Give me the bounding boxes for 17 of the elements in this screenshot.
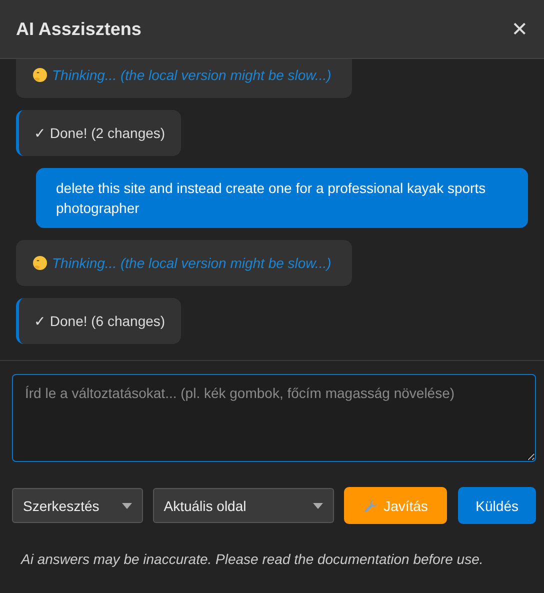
disclaimer-text: Ai answers may be inaccurate. Please read the documentation before use.: [21, 551, 484, 567]
wrench-icon: [364, 498, 378, 512]
assistant-message: ✓ Done! (6 changes): [16, 298, 182, 344]
window-title: AI Asszisztens: [16, 18, 142, 40]
send-button[interactable]: Küldés: [458, 487, 536, 524]
dropdown[interactable]: Aktuális oldal: [152, 488, 334, 523]
thinking-text: Thinking... (the local version might be slow...): [52, 66, 332, 85]
close-button[interactable]: ✕: [511, 17, 528, 41]
user-message: delete this site and instead create one for a professional kayak sports photographer: [36, 168, 528, 228]
thinking-text: Thinking... (the local version might be slow...): [52, 254, 332, 273]
caret-icon: [313, 502, 324, 508]
thinking-face-icon: [32, 67, 48, 83]
caret-icon: [122, 502, 132, 508]
assistant-message: ✓ Done! (2 changes): [16, 110, 182, 156]
thinking-face-icon: [32, 255, 48, 271]
dropdown[interactable]: Szerkesztés: [12, 488, 143, 523]
prompt-input[interactable]: Írd le a változtatásokat... (pl. kék gombok, főcím magasság növelése): [12, 374, 536, 462]
